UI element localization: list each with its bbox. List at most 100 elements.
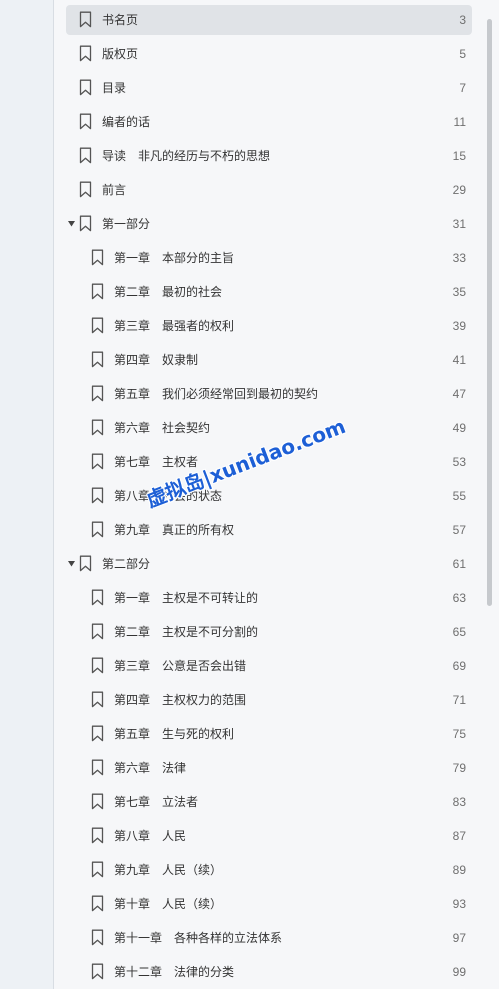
toc-item-page-number: 39 [452, 319, 466, 333]
bookmark-icon [91, 317, 104, 334]
bookmark-icon [91, 487, 104, 504]
toc-item-title: 第八章 人民 [114, 829, 187, 843]
toc-item[interactable]: 书名页 3 [66, 3, 472, 37]
toc-item-title: 第一部分 [102, 217, 151, 231]
toc-item[interactable]: 第六章 法律 79 [66, 751, 472, 785]
toc-item-page-number: 49 [452, 421, 466, 435]
toc-item-title: 第九章 真正的所有权 [114, 523, 235, 537]
toc-item[interactable]: 第十二章 法律的分类 99 [66, 955, 472, 989]
toc-item[interactable]: 前言 29 [66, 173, 472, 207]
toc-item[interactable]: 第二章 最初的社会 35 [66, 275, 472, 309]
bookmark-icon [91, 453, 104, 470]
toc-item-page-number: 65 [452, 625, 466, 639]
toc-item-title: 第六章 法律 [114, 761, 187, 775]
toc-item-title: 第二部分 [102, 557, 151, 571]
toc-item[interactable]: 第五章 我们必须经常回到最初的契约 47 [66, 377, 472, 411]
bookmark-icon [91, 385, 104, 402]
toc-item-page-number: 47 [452, 387, 466, 401]
toc-item-page-number: 3 [459, 13, 466, 27]
toc-item-title: 第一章 本部分的主旨 [114, 251, 235, 265]
toc-item[interactable]: 目录 7 [66, 71, 472, 105]
bookmark-icon [79, 11, 92, 28]
bookmark-icon [91, 589, 104, 606]
toc-item-page-number: 97 [452, 931, 466, 945]
toc-item[interactable]: 第九章 人民（续） 89 [66, 853, 472, 887]
toc-item-title: 第十一章 各种各样的立法体系 [114, 931, 283, 945]
toc-item-page-number: 29 [452, 183, 466, 197]
toc-item-page-number: 83 [452, 795, 466, 809]
toc-item-page-number: 79 [452, 761, 466, 775]
toc-item-title: 第三章 最强者的权利 [114, 319, 235, 333]
toc-item[interactable]: 第三章 公意是否会出错 69 [66, 649, 472, 683]
toc-item[interactable]: 第六章 社会契约 49 [66, 411, 472, 445]
scrollbar-thumb[interactable] [487, 19, 492, 606]
toc-item-page-number: 15 [452, 149, 466, 163]
collapse-triangle-icon[interactable] [68, 221, 75, 227]
toc-item-title: 第十章 人民（续） [114, 897, 223, 911]
bookmark-icon [91, 283, 104, 300]
bookmark-icon [91, 725, 104, 742]
toc-item-title: 第五章 我们必须经常回到最初的契约 [114, 387, 319, 401]
toc-item[interactable]: 第十章 人民（续） 93 [66, 887, 472, 921]
toc-item[interactable]: 第九章 真正的所有权 57 [66, 513, 472, 547]
bookmark-icon [91, 827, 104, 844]
toc-item-title: 第五章 生与死的权利 [114, 727, 235, 741]
toc-item[interactable]: 第四章 主权权力的范围 71 [66, 683, 472, 717]
toc-item-page-number: 35 [452, 285, 466, 299]
toc-item[interactable]: 第十一章 各种各样的立法体系 97 [66, 921, 472, 955]
bookmark-icon [91, 793, 104, 810]
toc-item[interactable]: 第七章 主权者 53 [66, 445, 472, 479]
toc-item-title: 导读 非凡的经历与不朽的思想 [102, 149, 271, 163]
toc-part-item[interactable]: 第二部分 61 [66, 547, 472, 581]
left-gutter [0, 0, 54, 989]
toc-part-item[interactable]: 第一部分 31 [66, 207, 472, 241]
toc-item-title: 第二章 最初的社会 [114, 285, 223, 299]
bookmark-icon [91, 521, 104, 538]
toc-item-title: 第四章 奴隶制 [114, 353, 199, 367]
bookmark-icon [91, 623, 104, 640]
bookmark-icon [91, 691, 104, 708]
toc-item[interactable]: 第七章 立法者 83 [66, 785, 472, 819]
toc-item[interactable]: 编者的话 11 [66, 105, 472, 139]
toc-item-page-number: 63 [452, 591, 466, 605]
toc-item-page-number: 53 [452, 455, 466, 469]
toc-item-page-number: 11 [453, 115, 466, 129]
scrollbar[interactable] [486, 0, 494, 989]
bookmark-icon [79, 113, 92, 130]
toc-item-page-number: 31 [452, 217, 466, 231]
toc-item[interactable]: 第八章 社会的状态 55 [66, 479, 472, 513]
toc-item[interactable]: 版权页 5 [66, 37, 472, 71]
toc-item[interactable]: 第五章 生与死的权利 75 [66, 717, 472, 751]
toc-item[interactable]: 第三章 最强者的权利 39 [66, 309, 472, 343]
toc-item[interactable]: 第一章 本部分的主旨 33 [66, 241, 472, 275]
toc-item-page-number: 87 [452, 829, 466, 843]
toc-item-title: 第七章 主权者 [114, 455, 199, 469]
toc-item-page-number: 75 [452, 727, 466, 741]
toc-list: 书名页 3 版权页 5 目录 7 编者的话 11 导读 非凡的经历与不朽的思想 15 前言 29 第一部… [66, 3, 472, 989]
toc-item-title: 第三章 公意是否会出错 [114, 659, 247, 673]
toc-item-title: 前言 [102, 183, 127, 197]
toc-item[interactable]: 第八章 人民 87 [66, 819, 472, 853]
toc-item[interactable]: 第二章 主权是不可分割的 65 [66, 615, 472, 649]
toc-item[interactable]: 导读 非凡的经历与不朽的思想 15 [66, 139, 472, 173]
toc-item-title: 版权页 [102, 47, 139, 61]
toc-item-page-number: 33 [452, 251, 466, 265]
bookmark-icon [91, 895, 104, 912]
toc-item-title: 第九章 人民（续） [114, 863, 223, 877]
toc-item[interactable]: 第一章 主权是不可转让的 63 [66, 581, 472, 615]
bookmark-icon [79, 181, 92, 198]
toc-item-page-number: 69 [452, 659, 466, 673]
toc-item-page-number: 7 [459, 81, 466, 95]
bookmark-icon [91, 249, 104, 266]
toc-item-page-number: 89 [452, 863, 466, 877]
collapse-triangle-icon[interactable] [68, 561, 75, 567]
bookmark-icon [79, 79, 92, 96]
toc-item-title: 第七章 立法者 [114, 795, 199, 809]
toc-item-title: 书名页 [102, 13, 139, 27]
toc-item[interactable]: 第四章 奴隶制 41 [66, 343, 472, 377]
toc-item-page-number: 57 [452, 523, 466, 537]
toc-item-page-number: 5 [459, 47, 466, 61]
bookmark-icon [79, 45, 92, 62]
bookmark-icon [91, 657, 104, 674]
toc-item-title: 第一章 主权是不可转让的 [114, 591, 259, 605]
